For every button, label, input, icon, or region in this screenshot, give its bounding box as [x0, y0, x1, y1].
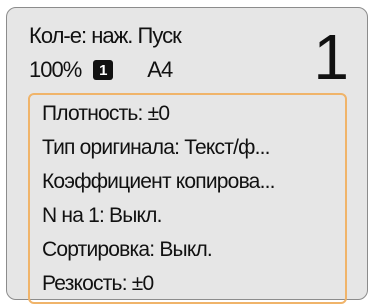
paper-size: A4	[147, 57, 173, 82]
paper-tray-icon: 1	[93, 60, 114, 80]
setting-n-on-1[interactable]: N на 1: Выкл.	[42, 199, 345, 233]
settings-list: Плотность: ±0 Тип оригинала: Текст/ф... …	[28, 93, 347, 304]
setting-density[interactable]: Плотность: ±0	[42, 97, 345, 131]
copy-count: 1	[313, 21, 349, 93]
zoom-level: 100%	[29, 57, 82, 82]
setting-sharpness[interactable]: Резкость: ±0	[42, 267, 345, 301]
setting-original-type[interactable]: Тип оригинала: Текст/ф...	[42, 131, 345, 165]
copy-screen: Кол-е: наж. Пуск 100% 1 A4 1 Плотность: …	[6, 7, 368, 304]
status-message: Кол-е: наж. Пуск	[29, 23, 182, 48]
setting-collate[interactable]: Сортировка: Выкл.	[42, 233, 345, 267]
copy-info-row: 100% 1 A4	[29, 56, 173, 84]
setting-copy-ratio[interactable]: Коэффициент копирова...	[42, 165, 345, 199]
